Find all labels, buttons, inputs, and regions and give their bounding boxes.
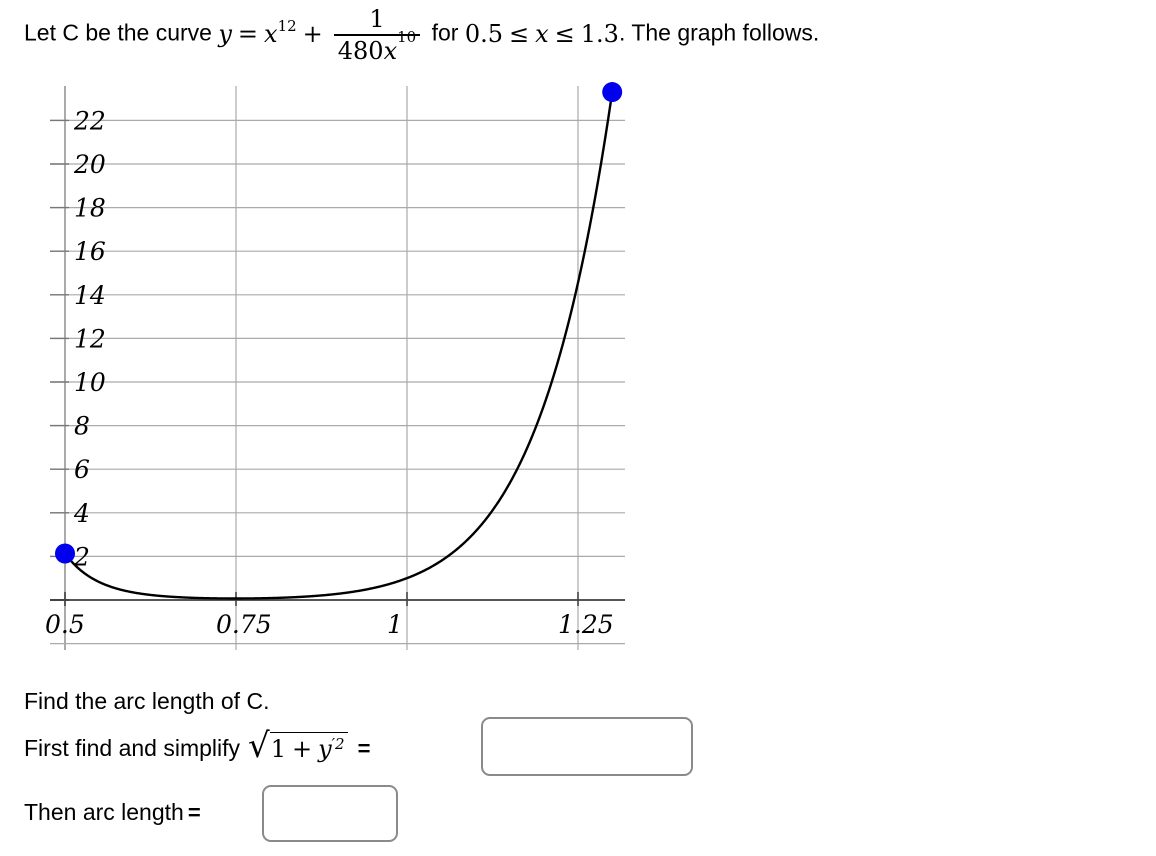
domain-variable: x	[535, 20, 549, 49]
endpoint-markers	[55, 82, 623, 564]
radicand: 1 + y′2	[269, 732, 348, 763]
y-axis-tick-label: 14	[74, 281, 106, 310]
x-axis-tick-label: 0.5	[45, 610, 85, 639]
y-axis-tick-label: 4	[73, 499, 90, 528]
grid-lines	[50, 86, 625, 650]
domain-upper-bound: 1.3	[580, 20, 619, 49]
then-arc-length-label: Then arc length	[24, 799, 184, 825]
sqrt-answer-input[interactable]	[481, 717, 693, 776]
radical-sign: √	[248, 726, 270, 766]
equation-lhs-variable: y	[218, 20, 232, 49]
denominator-exponent: 10	[397, 27, 417, 46]
equation-base: x	[264, 20, 278, 49]
domain-inequality: 0.5 ≤ x ≤ 1.3	[464, 20, 619, 49]
first-find-label: First find and simplify	[24, 735, 241, 761]
domain-prefix-text: for	[431, 19, 459, 46]
y-axis-tick-label: 20	[73, 150, 106, 179]
equation-equals-sign: =	[237, 20, 259, 49]
then-equals-sign: =	[187, 799, 201, 825]
endpoint-marker	[602, 82, 623, 103]
y-axis-tick-label: 10	[74, 368, 106, 397]
function-graph[interactable]: 246810121416182022 0.5 0.75 1 1.25	[0, 78, 700, 698]
radicand-one: 1	[270, 735, 286, 763]
y-axis-tick-label: 8	[74, 412, 90, 441]
then-arc-length-row: Then arc length =	[24, 799, 209, 826]
curve-path	[63, 90, 614, 600]
equation-exponent: 12	[277, 17, 297, 36]
y-axis-tick-label: 18	[74, 194, 106, 223]
problem-statement: Let C be the curve y = x 12 + 1 480x10 fo…	[24, 6, 1124, 63]
axis-lines	[50, 86, 625, 650]
equation-plus-sign: +	[302, 20, 323, 49]
y-axis-tick-label: 12	[74, 324, 106, 353]
x-axis-tick-label: 1.25	[558, 610, 614, 639]
domain-relation-left: ≤	[509, 20, 530, 49]
denominator-variable: x	[383, 36, 398, 65]
arc-length-answer-input[interactable]	[262, 785, 398, 842]
radicand-variable: y	[318, 735, 332, 763]
problem-trailing-text: . The graph follows.	[618, 19, 820, 46]
y-axis-tick-labels: 246810121416182022	[73, 106, 106, 571]
x-axis-tick-label: 1	[387, 610, 403, 639]
endpoint-marker	[55, 543, 75, 564]
equation-fraction: 1 480x10	[333, 5, 421, 65]
domain-lower-bound: 0.5	[464, 20, 504, 49]
sqrt-expression: √ 1 + y′2	[248, 726, 348, 766]
y-axis-tick-label: 22	[73, 106, 106, 135]
y-axis-tick-label: 6	[74, 455, 90, 484]
radicand-prime-exponent: ′2	[331, 735, 345, 753]
first-find-simplify-row: First find and simplify √ 1 + y′2 =	[24, 726, 378, 766]
y-axis-tick-label: 16	[74, 237, 106, 266]
first-equals-sign: =	[357, 735, 371, 761]
radicand-plus: +	[291, 735, 313, 763]
domain-relation-right: ≤	[554, 20, 575, 49]
denominator-coefficient: 480	[337, 36, 384, 65]
fraction-numerator: 1	[369, 5, 385, 33]
tick-marks	[50, 119, 579, 606]
problem-lead-text: Let C be the curve	[24, 19, 212, 46]
x-axis-tick-labels: 0.5 0.75 1 1.25	[45, 610, 614, 639]
x-axis-tick-label: 0.75	[216, 610, 272, 639]
curve-equation: y = x 12 + 1 480x10	[218, 6, 425, 63]
find-arc-length-label: Find the arc length of C.	[24, 688, 270, 714]
fraction-denominator: 480x10	[334, 29, 420, 65]
